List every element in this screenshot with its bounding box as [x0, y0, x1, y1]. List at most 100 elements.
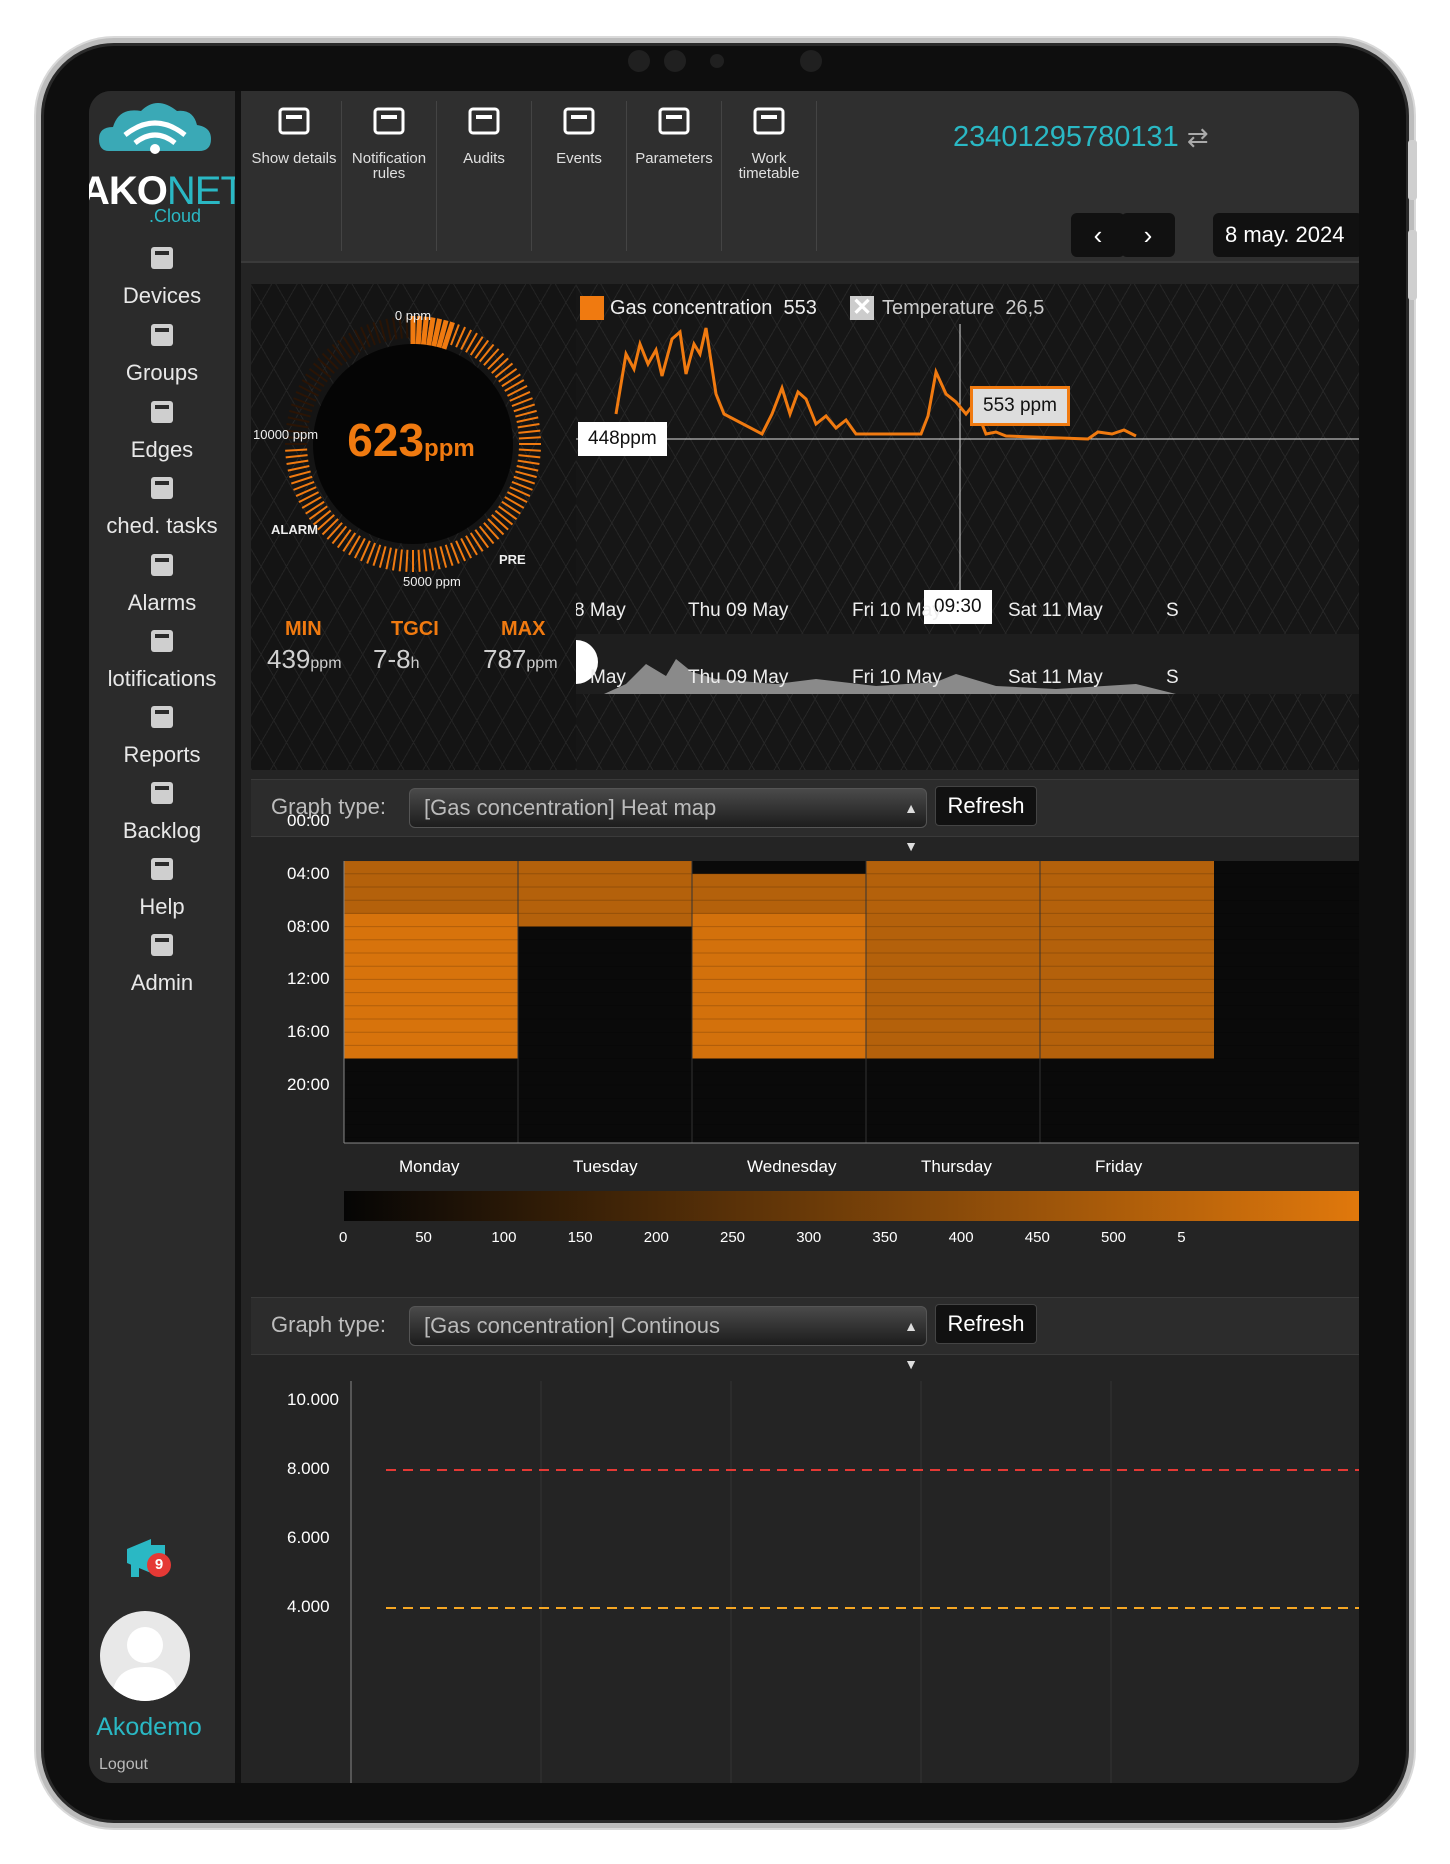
graph-type-select[interactable]: [Gas concentration] Continous ▲ ▼	[409, 1306, 927, 1372]
gauge-tick	[518, 436, 541, 440]
heatmap-day-label: Monday	[399, 1157, 460, 1176]
device-id[interactable]: 23401295780131 ⇄	[953, 121, 1209, 154]
date-picker[interactable]: 8 may. 2024	[1213, 213, 1359, 257]
user-silhouette-icon	[112, 1627, 178, 1701]
tool-notification-rules[interactable]: Notification rules	[342, 101, 437, 251]
tool-parameters[interactable]: Parameters	[627, 101, 722, 251]
tool-work-timetable[interactable]: Work timetable	[722, 101, 817, 251]
crosshair-y-label: 448ppm	[578, 422, 667, 456]
document-icon	[143, 698, 181, 736]
gauge-tick	[417, 549, 421, 572]
gauge: 0 ppm 10000 ppm 5000 ppm ALARM PRE 623pp…	[253, 308, 541, 589]
next-date-button[interactable]: ›	[1121, 213, 1175, 257]
color-scale-tick: 300	[796, 1229, 822, 1246]
refresh-button[interactable]: Refresh	[935, 1304, 1037, 1344]
sidebar-item-label: Help	[139, 894, 185, 919]
gauge-label-top: 0 ppm	[395, 308, 431, 323]
x-axis-label: Thu 09 May	[688, 600, 789, 621]
tool-show-details[interactable]: Show details	[247, 101, 342, 251]
navigator-label: Fri 10 May	[852, 667, 942, 688]
stat-value: 439ppm	[267, 644, 342, 674]
cloud-wifi-icon	[99, 103, 211, 154]
heatmap-day-label: Tuesday	[573, 1157, 638, 1176]
sidebar-item-label: Admin	[130, 970, 194, 995]
heatmap-graph-type-bar: Graph type: [Gas concentration] Heat map…	[251, 779, 1359, 854]
sidebar-item-lotifications[interactable]: lotifications	[89, 622, 235, 706]
graph-type-select[interactable]: [Gas concentration] Heat map ▲ ▼	[409, 788, 927, 854]
logout-link[interactable]: Logout	[99, 1756, 148, 1774]
sidebar-item-edges[interactable]: Edges	[89, 393, 235, 477]
navigator-label: S	[1166, 667, 1179, 688]
color-scale	[344, 1191, 1359, 1221]
gauge-tick	[285, 448, 308, 452]
tool-label: Events	[556, 150, 602, 167]
color-scale-tick: 350	[872, 1229, 898, 1246]
stat-value: 787ppm	[483, 644, 558, 674]
sidebar-item-reports[interactable]: Reports	[89, 698, 235, 782]
x-axis-label: Fri 10 May	[852, 600, 942, 621]
heatmap-y-tick: 20:00	[287, 1075, 330, 1094]
heatmap-day-label: Wednesday	[747, 1157, 837, 1176]
gauge-label-left: 10000 ppm	[253, 427, 318, 442]
continuous-chart-panel: 10.000 8.000 6.000 4.000	[251, 1381, 1359, 1783]
continuous-y-tick: 8.000	[287, 1459, 330, 1478]
sidebar-item-groups[interactable]: Groups	[89, 316, 235, 400]
camera-dot	[800, 50, 822, 72]
line-chart[interactable]	[576, 284, 1359, 770]
heatmap-cell	[692, 913, 866, 1059]
sidebar-item-admin[interactable]: Admin	[89, 926, 235, 1010]
line-chart-panel: Gas concentration 553 ✕ Temperature 26,5…	[576, 284, 1359, 770]
lifebuoy-icon	[143, 850, 181, 888]
heatmap-panel: 00:00 04:00 08:00 12:00 16:00 20:00 Monday Tue…	[251, 811, 1359, 1371]
tool-label: Notification rules	[351, 150, 427, 182]
color-scale-tick: 450	[1024, 1229, 1050, 1246]
task-list-icon	[143, 469, 181, 507]
gear-icon	[654, 101, 694, 141]
username[interactable]: Akodemo	[89, 1713, 209, 1742]
color-scale-tick: 200	[643, 1229, 669, 1246]
avatar[interactable]	[100, 1611, 190, 1701]
gauge-panel: 0 ppm 10000 ppm 5000 ppm ALARM PRE 623pp…	[251, 284, 576, 770]
sidebar-item-backlog[interactable]: Backlog	[89, 774, 235, 858]
sidebar-item-ched--tasks[interactable]: ched. tasks	[89, 469, 235, 553]
color-scale-tick: 400	[948, 1229, 974, 1246]
continuous-y-tick: 4.000	[287, 1597, 330, 1616]
prev-date-button[interactable]: ‹	[1071, 213, 1125, 257]
envelope-icon	[369, 101, 409, 141]
heatmap-y-tick: 12:00	[287, 969, 330, 989]
navigator-label: Thu 09 May	[688, 667, 789, 688]
gauge-label-pre: PRE	[499, 552, 526, 567]
select-arrows-icon: ▲ ▼	[904, 800, 918, 854]
stat-label: TGCI	[391, 618, 439, 640]
edge-box-icon	[143, 393, 181, 431]
tool-audits[interactable]: Audits	[437, 101, 532, 251]
continuous-y-tick: 10.000	[287, 1390, 339, 1409]
calendar-clock-icon	[559, 101, 599, 141]
sidebar-item-label: Groups	[125, 360, 199, 385]
x-axis-label: Sat 11 May	[1008, 600, 1103, 621]
camera-dot	[628, 50, 650, 72]
sidebar-item-label: Devices	[122, 283, 202, 308]
color-scale-tick: 0	[339, 1229, 348, 1246]
magnifier-user-icon	[464, 101, 504, 141]
heatmap-cell	[692, 873, 866, 914]
heatmap[interactable]	[251, 820, 1359, 1371]
toolbar: Show details Notification rules Audits Even…	[241, 91, 1359, 263]
gauge-label-bottom: 5000 ppm	[403, 574, 461, 589]
tool-events[interactable]: Events	[532, 101, 627, 251]
refresh-button[interactable]: Refresh	[935, 786, 1037, 826]
continuous-chart[interactable]	[251, 1381, 1359, 1783]
sidebar-divider	[235, 91, 241, 1783]
tool-label: Parameters	[635, 150, 713, 167]
sidebar-item-label: lotifications	[107, 666, 217, 691]
refresh-device-icon[interactable]: ⇄	[1187, 122, 1209, 152]
sidebar-item-alarms[interactable]: Alarms	[89, 546, 235, 630]
camera-dot	[664, 50, 686, 72]
sidebar-item-label: Edges	[130, 437, 194, 462]
sidebar-item-help[interactable]: Help	[89, 850, 235, 934]
sidebar-item-devices[interactable]: Devices	[89, 239, 235, 323]
continuous-y-tick: 6.000	[287, 1528, 330, 1547]
gauge-tick	[518, 448, 541, 452]
side-button	[1408, 230, 1417, 300]
x-axis-label: S	[1166, 600, 1179, 621]
